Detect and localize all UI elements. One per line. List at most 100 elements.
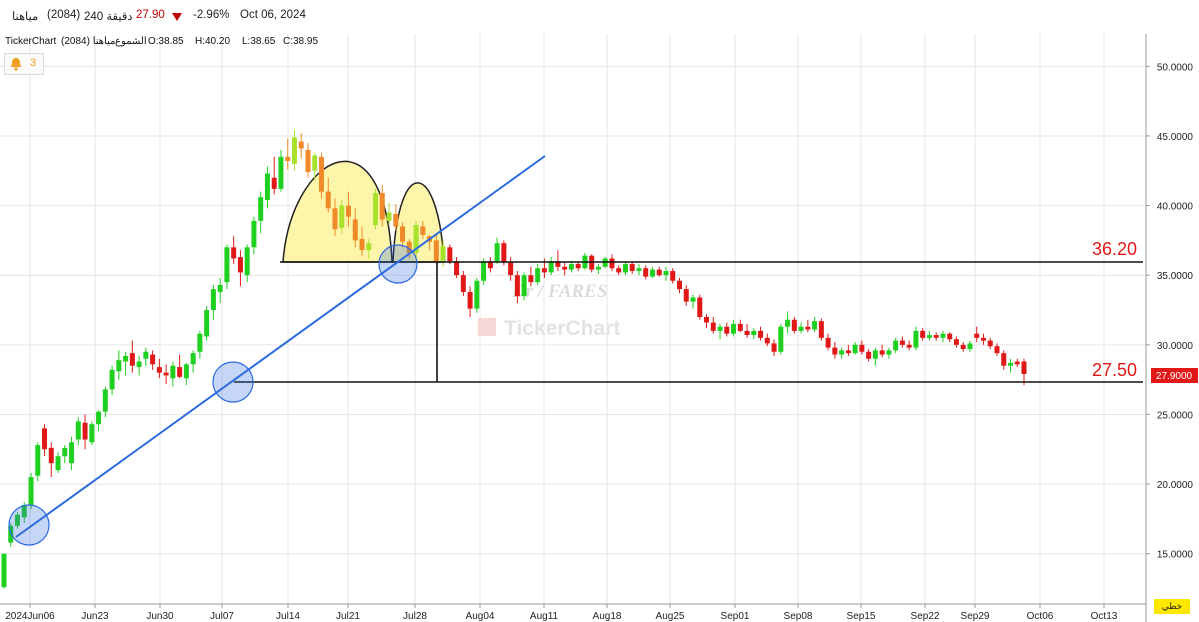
candle-body bbox=[616, 268, 622, 273]
candle-body bbox=[839, 350, 845, 355]
candle-body bbox=[393, 213, 399, 227]
candle-body bbox=[710, 322, 716, 331]
candle-body bbox=[55, 456, 61, 471]
candle-body bbox=[454, 261, 460, 276]
x-tick-label: Oct13 bbox=[1091, 611, 1118, 622]
symbol-code[interactable]: (2084) bbox=[47, 9, 80, 21]
candle-body bbox=[123, 355, 129, 362]
price-axis[interactable]: 15.0000 20.0000 25.0000 30.0000 35.0000 40.00… bbox=[1146, 62, 1194, 561]
candle-body bbox=[447, 247, 453, 262]
candle-body bbox=[521, 275, 527, 297]
y-tick-label: 40.0000 bbox=[1157, 202, 1194, 213]
candle-body bbox=[251, 220, 257, 248]
candle-body bbox=[514, 275, 520, 297]
source-label: TickerChart bbox=[5, 36, 57, 47]
candle-body bbox=[1014, 361, 1020, 365]
alerts-button[interactable]: 3 bbox=[4, 53, 44, 75]
candle[interactable] bbox=[373, 188, 379, 230]
candle-body bbox=[852, 344, 858, 354]
x-tick-label: Jul28 bbox=[403, 611, 427, 622]
candle-body bbox=[548, 261, 554, 273]
candle-body bbox=[906, 344, 912, 348]
candle-body bbox=[312, 155, 318, 171]
scale-mode-button[interactable]: خطي bbox=[1154, 599, 1190, 614]
candle-body bbox=[731, 323, 737, 334]
touch-marker-2[interactable] bbox=[212, 361, 254, 403]
y-tick-label: 30.0000 bbox=[1157, 341, 1194, 352]
candle-body bbox=[744, 330, 750, 336]
candle[interactable] bbox=[1, 553, 7, 589]
candle[interactable] bbox=[89, 421, 95, 446]
candle-body bbox=[609, 258, 615, 269]
candle[interactable] bbox=[35, 442, 41, 482]
candle[interactable] bbox=[818, 318, 824, 341]
candle[interactable] bbox=[204, 305, 210, 341]
x-tick-label: Sep15 bbox=[847, 611, 876, 622]
candle-body bbox=[62, 447, 68, 457]
candle-body bbox=[778, 326, 784, 352]
x-tick-label: Jun30 bbox=[146, 611, 174, 622]
candle-body bbox=[82, 422, 88, 440]
candle-body bbox=[129, 353, 135, 366]
candle-body bbox=[953, 339, 959, 345]
candle-body bbox=[231, 247, 237, 259]
candle-body bbox=[758, 330, 764, 338]
candle-body bbox=[913, 330, 919, 348]
low-value: L:38.65 bbox=[242, 36, 276, 47]
touch-marker-1[interactable] bbox=[8, 504, 50, 546]
candle-body bbox=[116, 360, 122, 372]
brand-logo-icon bbox=[478, 318, 496, 336]
down-arrow-icon bbox=[172, 13, 182, 21]
candle-body bbox=[879, 350, 885, 355]
candle-body bbox=[258, 197, 264, 221]
candle-body bbox=[143, 351, 149, 359]
candle-body bbox=[926, 335, 932, 338]
change-percent: -2.96% bbox=[193, 9, 230, 21]
candle-body bbox=[278, 156, 284, 189]
candle-body bbox=[42, 428, 48, 450]
price-chart[interactable]: 15.0000 20.0000 25.0000 30.0000 35.0000 40.00… bbox=[0, 34, 1199, 622]
info-symbol: مياهنا (2084) bbox=[61, 36, 116, 47]
candle[interactable] bbox=[447, 244, 453, 265]
candle-body bbox=[305, 149, 311, 173]
candle-body bbox=[636, 268, 642, 272]
candle-body bbox=[109, 369, 115, 390]
x-tick-label: 2024Jun06 bbox=[5, 611, 55, 622]
candle-body bbox=[170, 365, 176, 379]
candle-body bbox=[177, 367, 183, 377]
candle-body bbox=[346, 205, 352, 217]
candle-body bbox=[89, 424, 95, 443]
candle-body bbox=[791, 319, 797, 331]
last-price-tag: 27.9000 bbox=[1151, 368, 1198, 383]
candle[interactable] bbox=[28, 472, 34, 510]
symbol-name[interactable]: مياهنا bbox=[12, 9, 38, 23]
candle-body bbox=[676, 280, 682, 290]
candle[interactable] bbox=[413, 220, 419, 258]
candle-body bbox=[832, 347, 838, 355]
ohlc-infobar: TickerChart مياهنا (2084) الشموع O:38.85… bbox=[0, 34, 1146, 48]
candle-body bbox=[1007, 362, 1013, 366]
x-tick-label: Jun23 bbox=[81, 611, 109, 622]
candle-body bbox=[102, 389, 108, 412]
candle-body bbox=[494, 243, 500, 262]
y-tick-label: 15.0000 bbox=[1157, 550, 1194, 561]
candle-body bbox=[501, 243, 507, 263]
candle-body bbox=[366, 243, 372, 251]
y-tick-label: 35.0000 bbox=[1157, 271, 1194, 282]
candle[interactable] bbox=[521, 272, 527, 301]
candle-body bbox=[271, 177, 277, 189]
candle[interactable] bbox=[697, 294, 703, 320]
candle[interactable] bbox=[474, 277, 480, 313]
candle-body bbox=[886, 350, 892, 355]
candle-body bbox=[643, 268, 649, 277]
candle-body bbox=[244, 247, 250, 276]
candle[interactable] bbox=[778, 323, 784, 355]
interval-label[interactable]: 240 دقيقة bbox=[84, 9, 132, 23]
candle-body bbox=[359, 238, 365, 251]
y-tick-label: 45.0000 bbox=[1157, 132, 1194, 143]
x-tick-label: Aug18 bbox=[593, 611, 622, 622]
candle-body bbox=[960, 344, 966, 349]
touch-marker-3[interactable] bbox=[378, 244, 418, 284]
x-tick-label: Aug04 bbox=[466, 611, 495, 622]
candle-body bbox=[994, 346, 1000, 354]
